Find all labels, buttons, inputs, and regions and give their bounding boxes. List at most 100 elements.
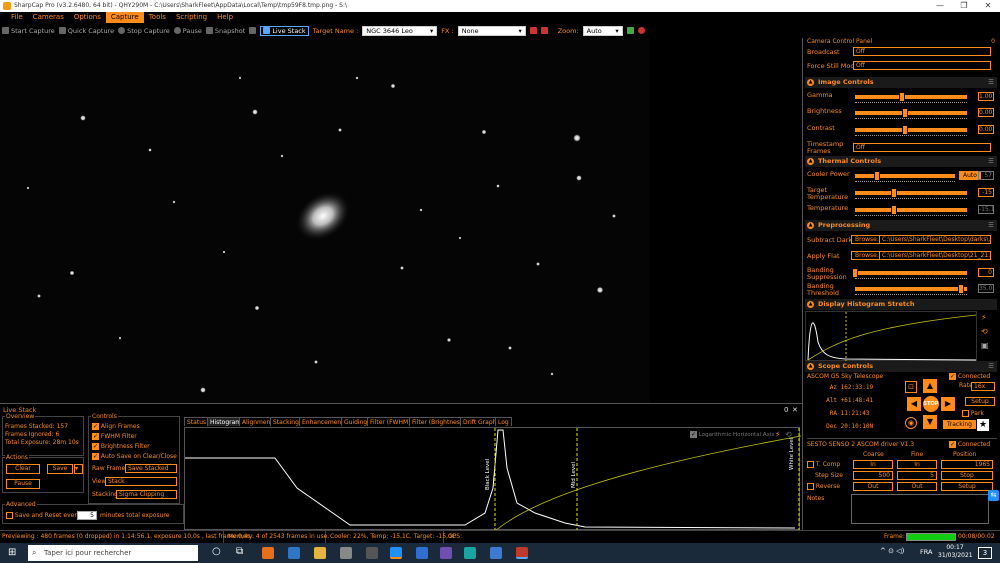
save-stretch-icon[interactable]: ▣ [981,341,989,350]
edge-icon[interactable] [464,547,476,559]
contrast-slider-thumb[interactable] [902,125,909,135]
menu-file[interactable]: File [6,12,28,23]
fine-in-button[interactable]: In [897,460,937,469]
thermal-controls-header[interactable]: ▲ Thermal Controls ☰ [805,156,997,167]
coarse-out-button[interactable]: Out [853,482,893,491]
brightness-slider[interactable] [855,108,967,119]
gamma-slider[interactable] [855,92,967,103]
brightness-value[interactable]: 0.00 [978,108,994,117]
mail-icon[interactable] [288,547,300,559]
histogram-icon[interactable] [626,27,634,34]
coarse-in-button[interactable]: In [853,460,893,469]
tracking-button[interactable]: Tracking [943,420,976,429]
west-button[interactable]: ◀ [907,397,921,411]
banding-threshold-slider[interactable] [855,284,967,295]
tab-drift-graph[interactable]: Drift Graph [460,417,500,426]
live-stack-button[interactable]: Live Stack [260,25,309,36]
banding-threshold-thumb[interactable] [958,284,965,294]
align-frames-checkbox[interactable]: ✓ Align Frames [92,423,140,430]
tray-icons[interactable]: ^ ⊙ ◁) [880,547,904,555]
park-checkbox[interactable]: Park [962,410,984,417]
cooler-power-slider[interactable] [855,171,955,182]
maximize-button[interactable]: ❐ [952,0,976,12]
panel-pin[interactable]: 0 [784,406,788,414]
tab-log[interactable]: Log [495,417,512,426]
mount-setup-button[interactable]: Setup [965,397,995,406]
start-capture-button[interactable]: Start Capture [2,27,55,35]
menu-icon[interactable]: ☰ [988,361,994,372]
autosave-checkbox[interactable]: ✓ Auto Save on Clear/Close [92,453,177,460]
app-icon-4[interactable] [440,547,452,559]
banding-suppression-thumb[interactable] [852,268,858,278]
reticle-settings-icon[interactable] [540,27,548,34]
banding-suppression-value[interactable]: 0 [978,268,994,277]
raw-frames-select[interactable]: Save Stacked [125,464,177,473]
banding-suppression-slider[interactable] [852,268,967,279]
fx-select[interactable]: None [457,25,526,36]
teamviewer-taskbar-icon[interactable] [390,547,402,559]
teamviewer-icon[interactable]: ⇆ [988,490,999,501]
goto-icon[interactable]: ⊡ [905,381,917,393]
reset-icon[interactable]: ⟲ [785,430,792,439]
coarse-step-input[interactable]: 500 [853,471,893,480]
tcomp-checkbox[interactable]: T. Comp [807,461,840,468]
timestamp-select[interactable]: Off [853,143,991,152]
calculator-icon[interactable] [490,547,502,559]
clock[interactable]: 00:17 31/03/2021 [938,544,973,560]
contrast-value[interactable]: 0.00 [978,125,994,134]
menu-tools[interactable]: Tools [144,12,171,23]
fine-step-input[interactable]: 5 [897,471,937,480]
flat-path-select[interactable]: C:\Users\SharkFleet\Desktop\21_21... [879,251,991,260]
close-button[interactable]: ✕ [976,0,1000,12]
scope-controls-header[interactable]: ▲ Scope Controls ☰ [805,361,997,372]
focuser-setup-button[interactable]: Setup [941,482,993,491]
target-temp-value[interactable]: -15 [978,188,994,197]
display-histogram-graph[interactable] [805,311,977,362]
save-reset-minutes-input[interactable]: 5 [77,511,97,520]
cooler-power-thumb[interactable] [874,171,880,181]
menu-icon[interactable]: ☰ [988,156,994,167]
display-histogram-header[interactable]: ▲ Display Histogram Stretch [805,299,997,310]
contrast-slider[interactable] [855,125,967,136]
notifications-icon[interactable]: 3 [978,547,992,559]
target-name-select[interactable]: NGC 3646 Leo [362,25,438,36]
force-still-select[interactable]: Off [853,61,991,70]
tab-stacking[interactable]: Stacking [270,417,302,426]
brightness-slider-thumb[interactable] [902,108,909,118]
gamma-value[interactable]: 1.00 [978,92,994,101]
firefox-icon[interactable] [262,547,274,559]
sharpcap-taskbar-icon[interactable] [516,547,528,559]
mount-connected-checkbox[interactable]: ✓ Connected [949,373,990,380]
south-button[interactable]: ▼ [923,415,937,429]
camera-preview-image[interactable] [0,38,650,403]
cortana-icon[interactable]: ○ [212,546,221,557]
menu-icon[interactable]: ☰ [988,220,994,231]
reticle-icon[interactable] [529,27,537,34]
stop-capture-button[interactable]: Stop Capture [118,27,170,35]
stacking-select[interactable]: Sigma Clipping [116,490,177,499]
image-controls-header[interactable]: ▲ Image Controls ☰ [805,77,997,88]
brightness-filter-checkbox[interactable]: ✓ Brightness Filter [92,443,150,450]
quick-capture-button[interactable]: Quick Capture [58,27,114,35]
menu-cameras[interactable]: Cameras [28,12,69,23]
target-temp-slider[interactable] [855,188,967,199]
fwhm-filter-checkbox[interactable]: ✓ FWHM Filter [92,433,137,440]
pause-stack-button[interactable]: Pause [6,479,40,489]
windows-start-icon[interactable]: ⊞ [8,548,18,558]
panel-close-button[interactable]: ✕ [792,406,798,414]
banding-threshold-value[interactable]: 35.0 [978,284,994,293]
taskbar-search-box[interactable]: ⌕ Taper ici pour rechercher [28,545,198,561]
zoom-select[interactable]: Auto [582,25,623,36]
fine-out-button[interactable]: Out [897,482,937,491]
sync-icon[interactable]: ◉ [905,417,917,429]
language-indicator[interactable]: FRA [920,548,932,556]
dark-path-select[interactable]: C:\Users\SharkFleet\Desktop\darks\... [879,235,991,244]
save-reset-checkbox[interactable]: Save and Reset every [6,512,80,519]
auto-stretch-icon[interactable]: ⚡ [775,430,781,439]
task-view-icon[interactable]: ⧉ [236,546,243,557]
tab-enhancement[interactable]: Enhancement [299,417,347,426]
file-explorer-icon[interactable] [314,547,326,559]
notes-textarea[interactable] [851,494,989,524]
save-dropdown-button[interactable]: ▾ [74,464,83,474]
preprocessing-header[interactable]: ▲ Preprocessing ☰ [805,220,997,231]
